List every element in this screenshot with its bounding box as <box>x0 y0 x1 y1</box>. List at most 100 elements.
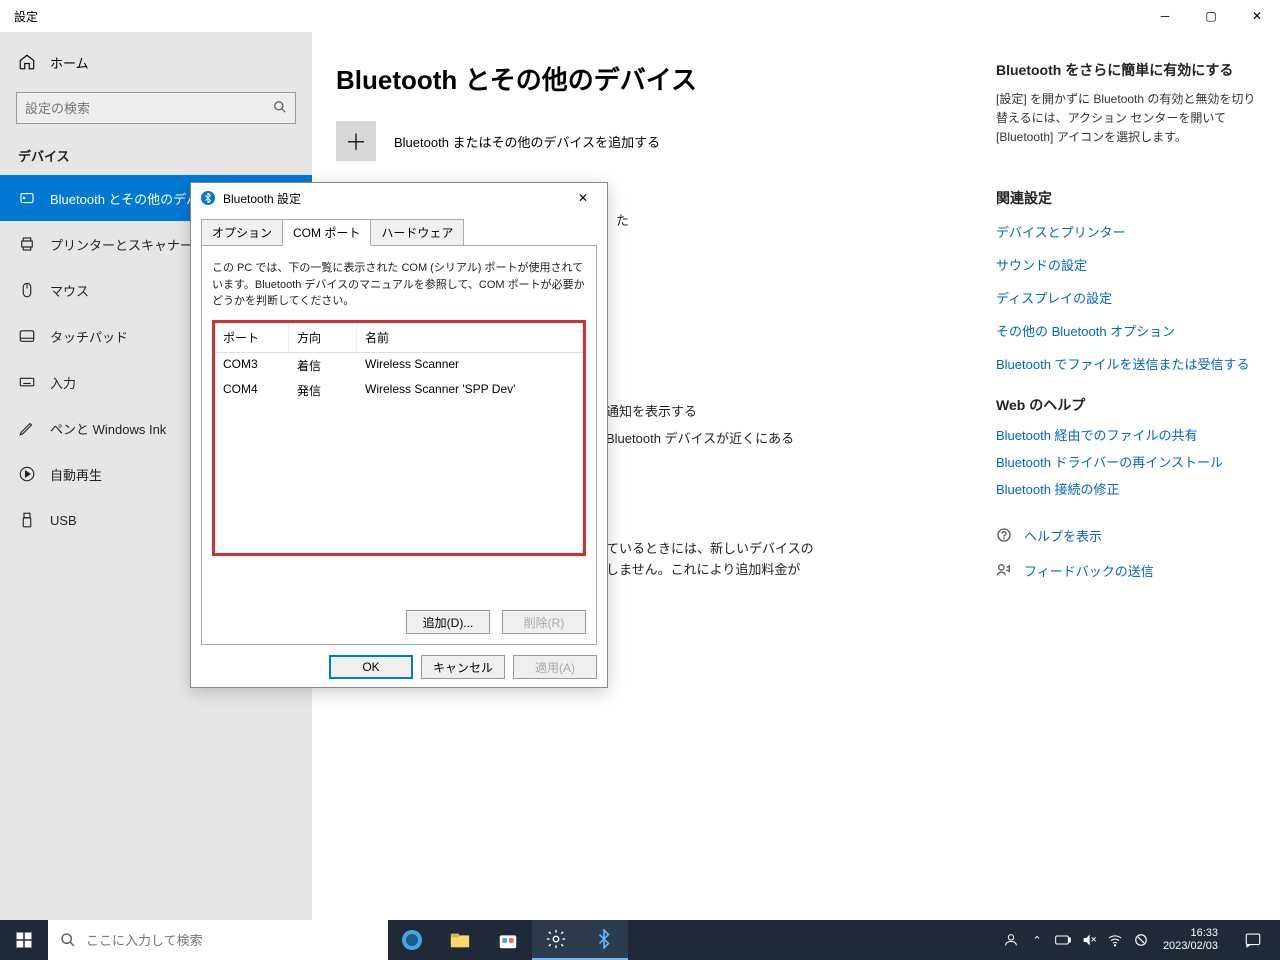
partial-text-3: Bluetooth デバイスが近くにある <box>606 429 996 450</box>
apply-button[interactable]: 適用(A) <box>513 655 597 679</box>
nav-label: ペンと Windows Ink <box>50 419 166 438</box>
clock-date: 2023/02/03 <box>1163 940 1218 953</box>
table-body: COM3 着信 Wireless Scanner COM4 発信 Wireles… <box>215 353 583 553</box>
tab-content: この PC では、下の一覧に表示された COM (シリアル) ポートが使用されて… <box>201 245 597 645</box>
close-button[interactable]: ✕ <box>1234 0 1280 32</box>
plus-icon: ＋ <box>336 121 376 161</box>
table-row[interactable]: COM3 着信 Wireless Scanner <box>215 353 583 378</box>
taskbar-bluetooth[interactable] <box>580 920 628 960</box>
tray-ime-icon[interactable] <box>1131 933 1151 947</box>
nav-label: 自動再生 <box>50 465 102 484</box>
nav-label: プリンターとスキャナー <box>50 235 193 254</box>
partial-text-1: た <box>616 211 996 232</box>
add-port-button[interactable]: 追加(D)... <box>406 610 490 634</box>
link-devices-printers[interactable]: デバイスとプリンター <box>996 222 1256 241</box>
feedback-link[interactable]: フィードバックの送信 <box>996 561 1256 580</box>
tray-chevron-up-icon[interactable]: ⌃ <box>1027 934 1047 947</box>
taskbar-search[interactable] <box>48 920 388 960</box>
ok-button[interactable]: OK <box>329 655 413 679</box>
tray-people-icon[interactable] <box>1001 932 1021 948</box>
tray-volume-muted-icon[interactable] <box>1079 932 1099 948</box>
cell-port: COM3 <box>215 353 289 378</box>
dialog-title: Bluetooth 設定 <box>223 190 301 207</box>
nav-label: タッチパッド <box>50 327 128 346</box>
printer-icon <box>18 235 36 253</box>
help-link[interactable]: ヘルプを表示 <box>996 526 1256 545</box>
dialog-close-button[interactable]: ✕ <box>569 186 597 210</box>
category-header: デバイス <box>0 132 312 175</box>
tab-strip: オプション COM ポート ハードウェア <box>191 213 607 246</box>
col-port[interactable]: ポート <box>215 323 289 352</box>
taskbar-search-input[interactable] <box>86 933 376 948</box>
search-input[interactable] <box>25 101 273 116</box>
nav-label: マウス <box>50 281 89 300</box>
start-button[interactable] <box>0 920 48 960</box>
cell-port: COM4 <box>215 378 289 403</box>
remove-port-button[interactable]: 削除(R) <box>502 610 586 634</box>
window-title: 設定 <box>14 8 38 25</box>
mouse-icon <box>18 281 36 299</box>
keyboard-icon <box>18 373 36 391</box>
feedback-label: フィードバックの送信 <box>1024 561 1154 580</box>
home-label: ホーム <box>50 53 89 72</box>
taskbar-edge[interactable] <box>388 920 436 960</box>
clock-time: 16:33 <box>1163 927 1218 940</box>
link-bt-fix[interactable]: Bluetooth 接続の修正 <box>996 479 1256 498</box>
home-link[interactable]: ホーム <box>0 40 312 84</box>
add-device-button[interactable]: ＋ Bluetooth またはその他のデバイスを追加する <box>336 121 996 161</box>
minimize-button[interactable]: ─ <box>1142 0 1188 32</box>
touchpad-icon <box>18 327 36 345</box>
link-bt-send[interactable]: Bluetooth でファイルを送信または受信する <box>996 354 1256 373</box>
cell-name: Wireless Scanner 'SPP Dev' <box>357 378 583 403</box>
bluetooth-icon <box>18 189 36 207</box>
link-display[interactable]: ディスプレイの設定 <box>996 288 1256 307</box>
tray-battery-icon[interactable] <box>1053 934 1073 946</box>
taskbar-explorer[interactable] <box>436 920 484 960</box>
cancel-button[interactable]: キャンセル <box>421 655 505 679</box>
bluetooth-settings-dialog: Bluetooth 設定 ✕ オプション COM ポート ハードウェア この P… <box>190 182 608 688</box>
col-direction[interactable]: 方向 <box>289 323 357 352</box>
help-icon <box>996 527 1012 543</box>
tab-options[interactable]: オプション <box>201 219 283 246</box>
search-icon <box>60 932 76 948</box>
search-icon <box>273 100 287 117</box>
feedback-icon <box>996 562 1012 578</box>
bluetooth-icon <box>201 191 215 205</box>
side-heading-webhelp: Web のヘルプ <box>996 395 1256 415</box>
add-device-label: Bluetooth またはその他のデバイスを追加する <box>394 132 660 151</box>
help-label: ヘルプを表示 <box>1024 526 1102 545</box>
table-header: ポート 方向 名前 <box>215 323 583 353</box>
nav-label: USB <box>50 513 77 528</box>
pen-icon <box>18 419 36 437</box>
maximize-button[interactable]: ▢ <box>1188 0 1234 32</box>
table-row[interactable]: COM4 発信 Wireless Scanner 'SPP Dev' <box>215 378 583 403</box>
taskbar: ⌃ 16:33 2023/02/03 <box>0 920 1280 960</box>
titlebar: 設定 ─ ▢ ✕ <box>0 0 1280 32</box>
link-bt-share[interactable]: Bluetooth 経由でのファイルの共有 <box>996 425 1256 444</box>
cell-name: Wireless Scanner <box>357 353 583 378</box>
taskbar-clock[interactable]: 16:33 2023/02/03 <box>1157 927 1224 953</box>
notification-center-button[interactable] <box>1230 920 1276 960</box>
partial-text-4: ているときには、新しいデバイスの <box>606 539 996 560</box>
col-name[interactable]: 名前 <box>357 323 583 352</box>
partial-text-5: しません。これにより追加料金が <box>606 560 996 581</box>
taskbar-store[interactable] <box>484 920 532 960</box>
cell-dir: 発信 <box>289 378 357 403</box>
tab-hardware[interactable]: ハードウェア <box>370 219 464 246</box>
link-bt-options[interactable]: その他の Bluetooth オプション <box>996 321 1256 340</box>
link-sound[interactable]: サウンドの設定 <box>996 255 1256 274</box>
dialog-description: この PC では、下の一覧に表示された COM (シリアル) ポートが使用されて… <box>212 260 586 310</box>
side-text-quick: [設定] を開かずに Bluetooth の有効と無効を切り替えるには、アクショ… <box>996 90 1256 148</box>
dialog-titlebar: Bluetooth 設定 ✕ <box>191 183 607 213</box>
tab-com-ports[interactable]: COM ポート <box>282 219 371 246</box>
nav-label: 入力 <box>50 373 76 392</box>
link-bt-driver[interactable]: Bluetooth ドライバーの再インストール <box>996 452 1256 471</box>
com-port-table[interactable]: ポート 方向 名前 COM3 着信 Wireless Scanner COM4 … <box>212 320 586 556</box>
taskbar-settings[interactable] <box>532 920 580 960</box>
tray-wifi-icon[interactable] <box>1105 932 1125 948</box>
system-tray: ⌃ 16:33 2023/02/03 <box>1001 920 1280 960</box>
search-box[interactable] <box>16 92 296 124</box>
side-heading-quick: Bluetooth をさらに簡単に有効にする <box>996 60 1256 80</box>
partial-text-2: 通知を表示する <box>606 402 996 423</box>
autoplay-icon <box>18 465 36 483</box>
